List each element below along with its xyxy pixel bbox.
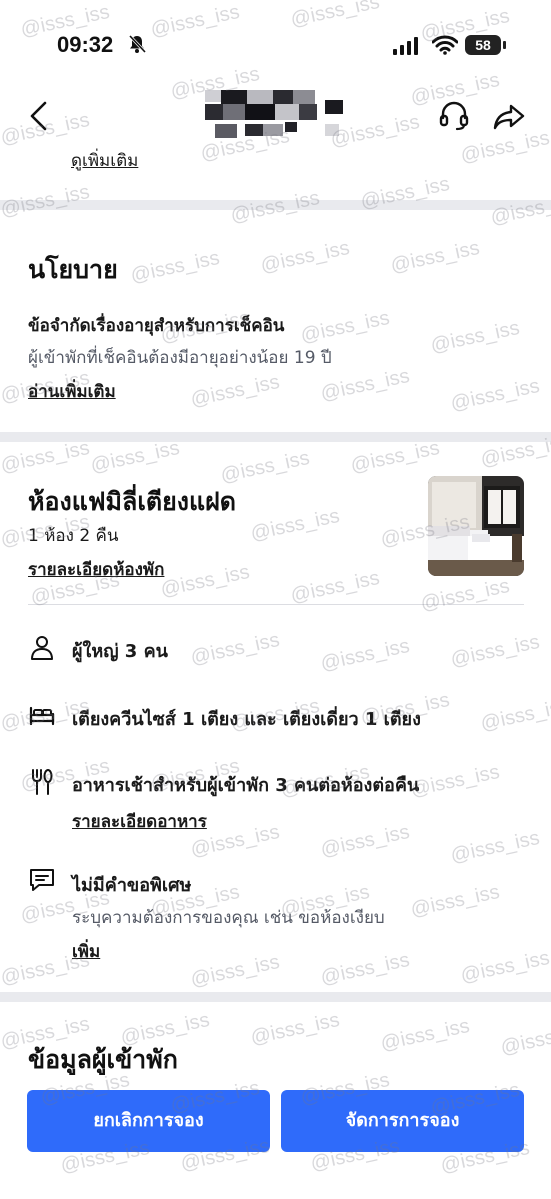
checkin-age-desc: ผู้เข้าพักที่เช็คอินต้องมีอายุอย่างน้อย … (28, 348, 332, 368)
guest-info-title: ข้อมูลผู้เข้าพัก (28, 1045, 178, 1074)
watermark-text: @isss_iss (318, 634, 412, 676)
watermark-text: @isss_iss (188, 370, 282, 412)
special-request-desc: ระบุความต้องการของคุณ เช่น ขอห้องเงียบ (72, 908, 385, 928)
bed-configuration: เตียงควีนไซส์ 1 เตียง และ เตียงเดี่ยว 1 … (72, 709, 421, 730)
room-summary: 1 ห้อง 2 คืน (28, 526, 119, 546)
breakfast-info: อาหารเช้าสำหรับผู้เข้าพัก 3 คนต่อห้องต่อ… (72, 775, 420, 796)
watermark-text: @isss_iss (448, 630, 542, 672)
watermark-text: @isss_iss (458, 126, 551, 168)
booking-details-screen: 09:32 58 ดูเพิ่มเติม นโยบาย ข้อจำกัดเรื่… (0, 0, 551, 1199)
bed-icon (29, 706, 55, 726)
bell-off-icon (128, 34, 147, 54)
watermark-text: @isss_iss (128, 246, 222, 288)
watermark-text: @isss_iss (158, 560, 252, 602)
section-divider (0, 200, 551, 210)
signal-icon (393, 37, 418, 55)
checkin-age-title: ข้อจำกัดเรื่องอายุสำหรับการเช็คอิน (28, 316, 285, 336)
watermark-text: @isss_iss (478, 694, 551, 736)
watermark-text: @isss_iss (288, 566, 382, 608)
utensils-icon (32, 769, 53, 795)
room-details-link[interactable]: รายละเอียดห้องพัก (28, 556, 164, 583)
watermark-text: @isss_iss (248, 504, 342, 546)
watermark-text: @isss_iss (248, 1008, 342, 1050)
add-request-link[interactable]: เพิ่ม (72, 938, 100, 965)
watermark-text: @isss_iss (318, 364, 412, 406)
see-more-link[interactable]: ดูเพิ่มเติม (71, 147, 138, 174)
watermark-text: @isss_iss (318, 948, 412, 990)
special-request-title: ไม่มีคำขอพิเศษ (72, 875, 192, 896)
room-photo[interactable] (428, 476, 524, 576)
status-time: 09:32 (57, 32, 114, 57)
watermark-text: @isss_iss (408, 760, 502, 802)
watermark-text: @isss_iss (318, 820, 412, 862)
guests-count: ผู้ใหญ่ 3 คน (72, 641, 168, 662)
room-title: ห้องแฟมิลี่เตียงแฝด (28, 487, 236, 516)
watermark-text: @isss_iss (0, 436, 92, 478)
watermark-text: @isss_iss (258, 236, 352, 278)
manage-booking-button[interactable]: จัดการการจอง (281, 1090, 524, 1152)
meal-details-link[interactable]: รายละเอียดอาหาร (72, 808, 207, 835)
watermark-text: @isss_iss (88, 436, 182, 478)
watermark-text: @isss_iss (428, 316, 522, 358)
watermark-text: @isss_iss (418, 574, 512, 616)
watermark-text: @isss_iss (388, 236, 482, 278)
watermark-text: @isss_iss (458, 946, 551, 988)
section-divider (0, 992, 551, 1002)
watermark-text: @isss_iss (448, 374, 542, 416)
watermark-text: @isss_iss (298, 306, 392, 348)
battery-cap (503, 41, 506, 49)
watermark-text: @isss_iss (498, 1018, 551, 1060)
policy-title: นโยบาย (28, 255, 118, 284)
back-icon[interactable] (24, 100, 54, 132)
hotel-name-pixelated (205, 88, 345, 143)
wifi-icon (432, 35, 458, 55)
watermark-text: @isss_iss (188, 950, 282, 992)
watermark-text: @isss_iss (408, 880, 502, 922)
watermark-text: @isss_iss (188, 628, 282, 670)
status-bar: 09:32 58 (0, 0, 551, 90)
cancel-booking-button[interactable]: ยกเลิกการจอง (27, 1090, 270, 1152)
headset-icon[interactable] (438, 100, 470, 132)
message-icon (30, 869, 54, 891)
watermark-text: @isss_iss (348, 436, 442, 478)
person-icon (31, 636, 53, 660)
read-more-link[interactable]: อ่านเพิ่มเติม (28, 378, 116, 405)
section-divider (0, 432, 551, 442)
battery-icon: 58 (465, 35, 501, 55)
watermark-text: @isss_iss (448, 826, 542, 868)
share-icon[interactable] (492, 100, 526, 132)
room-divider (28, 604, 524, 605)
watermark-text: @isss_iss (378, 1014, 472, 1056)
